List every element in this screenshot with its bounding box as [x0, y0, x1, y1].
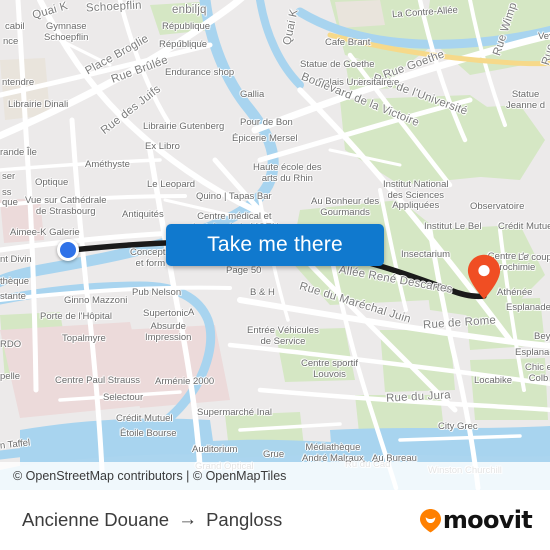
- route-destination-label: Pangloss: [206, 509, 283, 530]
- route-summary: Ancienne Douane → Pangloss: [22, 509, 282, 531]
- moovit-pin-glyph: [419, 508, 441, 532]
- footer-bar: Ancienne Douane → Pangloss moovit: [0, 490, 550, 550]
- map-canvas[interactable]: Quai K Schoepflin enbiljq Quai K La Contre-A…: [0, 0, 550, 490]
- route-origin-label: Ancienne Douane: [22, 509, 170, 530]
- moovit-route-screenshot: Quai K Schoepflin enbiljq Quai K La Contre-A…: [0, 0, 550, 550]
- attribution-text: © OpenStreetMap contributors | © OpenMap…: [13, 469, 287, 483]
- moovit-wordmark: moovit: [442, 506, 533, 534]
- origin-marker[interactable]: [57, 239, 79, 261]
- take-me-there-button[interactable]: Take me there: [166, 224, 384, 266]
- map-attribution: © OpenStreetMap contributors | © OpenMap…: [0, 462, 550, 490]
- moovit-pin-icon: [419, 508, 442, 533]
- map-pin-icon: [467, 254, 501, 300]
- arrow-right-icon: →: [178, 509, 198, 530]
- destination-marker[interactable]: [467, 254, 501, 300]
- moovit-logo: moovit: [419, 506, 533, 534]
